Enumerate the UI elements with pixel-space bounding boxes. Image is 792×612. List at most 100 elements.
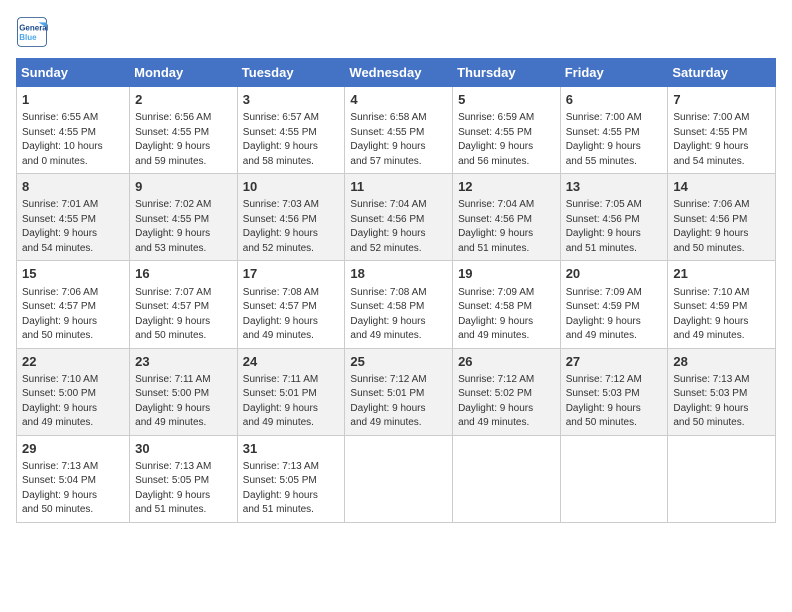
day-number: 15 xyxy=(22,265,124,283)
day-number: 24 xyxy=(243,353,340,371)
day-info: Sunrise: 7:09 AMSunset: 4:59 PMDaylight:… xyxy=(566,286,663,344)
page-header: General Blue xyxy=(16,16,776,48)
day-cell: 8Sunrise: 7:01 AMSunset: 4:55 PMDaylight… xyxy=(17,174,130,261)
day-info: Sunrise: 6:55 AMSunset: 4:55 PMDaylight:… xyxy=(22,111,124,169)
day-number: 26 xyxy=(458,353,555,371)
week-row-3: 15 Sunrise: 7:06 AMSunset: 4:57 PMDayligh… xyxy=(17,261,776,348)
day-number: 6 xyxy=(566,91,663,109)
day-info: Sunrise: 7:03 AMSunset: 4:56 PMDaylight:… xyxy=(243,198,340,256)
day-number: 22 xyxy=(22,353,124,371)
day-number: 28 xyxy=(673,353,770,371)
header-cell-friday: Friday xyxy=(560,59,668,87)
day-number: 20 xyxy=(566,265,663,283)
day-info: Sunrise: 6:57 AMSunset: 4:55 PMDaylight:… xyxy=(243,111,340,169)
day-info: Sunrise: 7:06 AMSunset: 4:56 PMDaylight:… xyxy=(673,198,770,256)
day-cell: 24 Sunrise: 7:11 AMSunset: 5:01 PMDayligh… xyxy=(237,348,345,435)
day-cell: 31 Sunrise: 7:13 AMSunset: 5:05 PMDayligh… xyxy=(237,435,345,522)
day-info: Sunrise: 6:59 AMSunset: 4:55 PMDaylight:… xyxy=(458,111,555,169)
day-cell: 26 Sunrise: 7:12 AMSunset: 5:02 PMDayligh… xyxy=(453,348,561,435)
week-row-5: 29Sunrise: 7:13 AMSunset: 5:04 PMDayligh… xyxy=(17,435,776,522)
day-info: Sunrise: 7:02 AMSunset: 4:55 PMDaylight:… xyxy=(135,198,232,256)
day-cell: 22Sunrise: 7:10 AMSunset: 5:00 PMDayligh… xyxy=(17,348,130,435)
header-cell-wednesday: Wednesday xyxy=(345,59,453,87)
day-cell: 3 Sunrise: 6:57 AMSunset: 4:55 PMDaylight… xyxy=(237,87,345,174)
day-cell: 21Sunrise: 7:10 AMSunset: 4:59 PMDayligh… xyxy=(668,261,776,348)
header-cell-sunday: Sunday xyxy=(17,59,130,87)
day-cell: 5 Sunrise: 6:59 AMSunset: 4:55 PMDaylight… xyxy=(453,87,561,174)
day-info: Sunrise: 7:00 AMSunset: 4:55 PMDaylight:… xyxy=(566,111,663,169)
header-cell-saturday: Saturday xyxy=(668,59,776,87)
day-cell: 11 Sunrise: 7:04 AMSunset: 4:56 PMDayligh… xyxy=(345,174,453,261)
day-cell: 30 Sunrise: 7:13 AMSunset: 5:05 PMDayligh… xyxy=(130,435,238,522)
day-number: 18 xyxy=(350,265,447,283)
day-cell: 23 Sunrise: 7:11 AMSunset: 5:00 PMDayligh… xyxy=(130,348,238,435)
day-number: 11 xyxy=(350,178,447,196)
day-cell: 2Sunrise: 6:56 AMSunset: 4:55 PMDaylight… xyxy=(130,87,238,174)
header-row: SundayMondayTuesdayWednesdayThursdayFrid… xyxy=(17,59,776,87)
day-cell: 16 Sunrise: 7:07 AMSunset: 4:57 PMDayligh… xyxy=(130,261,238,348)
day-number: 14 xyxy=(673,178,770,196)
day-info: Sunrise: 7:13 AMSunset: 5:05 PMDaylight:… xyxy=(135,460,232,518)
day-number: 3 xyxy=(243,91,340,109)
day-info: Sunrise: 7:08 AMSunset: 4:58 PMDaylight:… xyxy=(350,286,447,344)
day-number: 23 xyxy=(135,353,232,371)
day-info: Sunrise: 7:05 AMSunset: 4:56 PMDaylight:… xyxy=(566,198,663,256)
day-cell: 27Sunrise: 7:12 AMSunset: 5:03 PMDayligh… xyxy=(560,348,668,435)
day-info: Sunrise: 7:11 AMSunset: 5:00 PMDaylight:… xyxy=(135,373,232,431)
day-cell: 7Sunrise: 7:00 AMSunset: 4:55 PMDaylight… xyxy=(668,87,776,174)
day-number: 30 xyxy=(135,440,232,458)
header-cell-monday: Monday xyxy=(130,59,238,87)
logo-icon: General Blue xyxy=(16,16,48,48)
day-cell: 14 Sunrise: 7:06 AMSunset: 4:56 PMDayligh… xyxy=(668,174,776,261)
day-cell: 12 Sunrise: 7:04 AMSunset: 4:56 PMDayligh… xyxy=(453,174,561,261)
day-info: Sunrise: 7:07 AMSunset: 4:57 PMDaylight:… xyxy=(135,286,232,344)
week-row-4: 22Sunrise: 7:10 AMSunset: 5:00 PMDayligh… xyxy=(17,348,776,435)
day-number: 31 xyxy=(243,440,340,458)
header-cell-tuesday: Tuesday xyxy=(237,59,345,87)
week-row-1: 1Sunrise: 6:55 AMSunset: 4:55 PMDaylight… xyxy=(17,87,776,174)
day-info: Sunrise: 7:13 AMSunset: 5:05 PMDaylight:… xyxy=(243,460,340,518)
day-number: 29 xyxy=(22,440,124,458)
day-number: 7 xyxy=(673,91,770,109)
day-cell: 15 Sunrise: 7:06 AMSunset: 4:57 PMDayligh… xyxy=(17,261,130,348)
day-cell: 13 Sunrise: 7:05 AMSunset: 4:56 PMDayligh… xyxy=(560,174,668,261)
day-info: Sunrise: 7:12 AMSunset: 5:03 PMDaylight:… xyxy=(566,373,663,431)
day-number: 21 xyxy=(673,265,770,283)
day-number: 17 xyxy=(243,265,340,283)
day-info: Sunrise: 7:12 AMSunset: 5:01 PMDaylight:… xyxy=(350,373,447,431)
day-number: 25 xyxy=(350,353,447,371)
day-info: Sunrise: 7:12 AMSunset: 5:02 PMDaylight:… xyxy=(458,373,555,431)
day-cell: 19Sunrise: 7:09 AMSunset: 4:58 PMDayligh… xyxy=(453,261,561,348)
day-cell xyxy=(668,435,776,522)
day-cell xyxy=(453,435,561,522)
calendar-table: SundayMondayTuesdayWednesdayThursdayFrid… xyxy=(16,58,776,523)
day-cell: 1Sunrise: 6:55 AMSunset: 4:55 PMDaylight… xyxy=(17,87,130,174)
calendar-body: 1Sunrise: 6:55 AMSunset: 4:55 PMDaylight… xyxy=(17,87,776,523)
day-cell xyxy=(560,435,668,522)
day-cell: 28 Sunrise: 7:13 AMSunset: 5:03 PMDayligh… xyxy=(668,348,776,435)
day-info: Sunrise: 7:04 AMSunset: 4:56 PMDaylight:… xyxy=(458,198,555,256)
day-number: 4 xyxy=(350,91,447,109)
day-info: Sunrise: 6:58 AMSunset: 4:55 PMDaylight:… xyxy=(350,111,447,169)
day-info: Sunrise: 7:06 AMSunset: 4:57 PMDaylight:… xyxy=(22,286,124,344)
day-cell: 18 Sunrise: 7:08 AMSunset: 4:58 PMDayligh… xyxy=(345,261,453,348)
day-info: Sunrise: 7:04 AMSunset: 4:56 PMDaylight:… xyxy=(350,198,447,256)
day-info: Sunrise: 7:09 AMSunset: 4:58 PMDaylight:… xyxy=(458,286,555,344)
header-cell-thursday: Thursday xyxy=(453,59,561,87)
day-cell: 25 Sunrise: 7:12 AMSunset: 5:01 PMDayligh… xyxy=(345,348,453,435)
day-number: 5 xyxy=(458,91,555,109)
day-cell: 29Sunrise: 7:13 AMSunset: 5:04 PMDayligh… xyxy=(17,435,130,522)
day-info: Sunrise: 6:56 AMSunset: 4:55 PMDaylight:… xyxy=(135,111,232,169)
day-cell: 20 Sunrise: 7:09 AMSunset: 4:59 PMDayligh… xyxy=(560,261,668,348)
day-info: Sunrise: 7:01 AMSunset: 4:55 PMDaylight:… xyxy=(22,198,124,256)
calendar-header: SundayMondayTuesdayWednesdayThursdayFrid… xyxy=(17,59,776,87)
day-cell: 9Sunrise: 7:02 AMSunset: 4:55 PMDaylight… xyxy=(130,174,238,261)
day-info: Sunrise: 7:13 AMSunset: 5:03 PMDaylight:… xyxy=(673,373,770,431)
day-number: 16 xyxy=(135,265,232,283)
day-cell: 6 Sunrise: 7:00 AMSunset: 4:55 PMDaylight… xyxy=(560,87,668,174)
day-info: Sunrise: 7:11 AMSunset: 5:01 PMDaylight:… xyxy=(243,373,340,431)
logo: General Blue xyxy=(16,16,52,48)
day-number: 13 xyxy=(566,178,663,196)
day-number: 10 xyxy=(243,178,340,196)
day-number: 12 xyxy=(458,178,555,196)
